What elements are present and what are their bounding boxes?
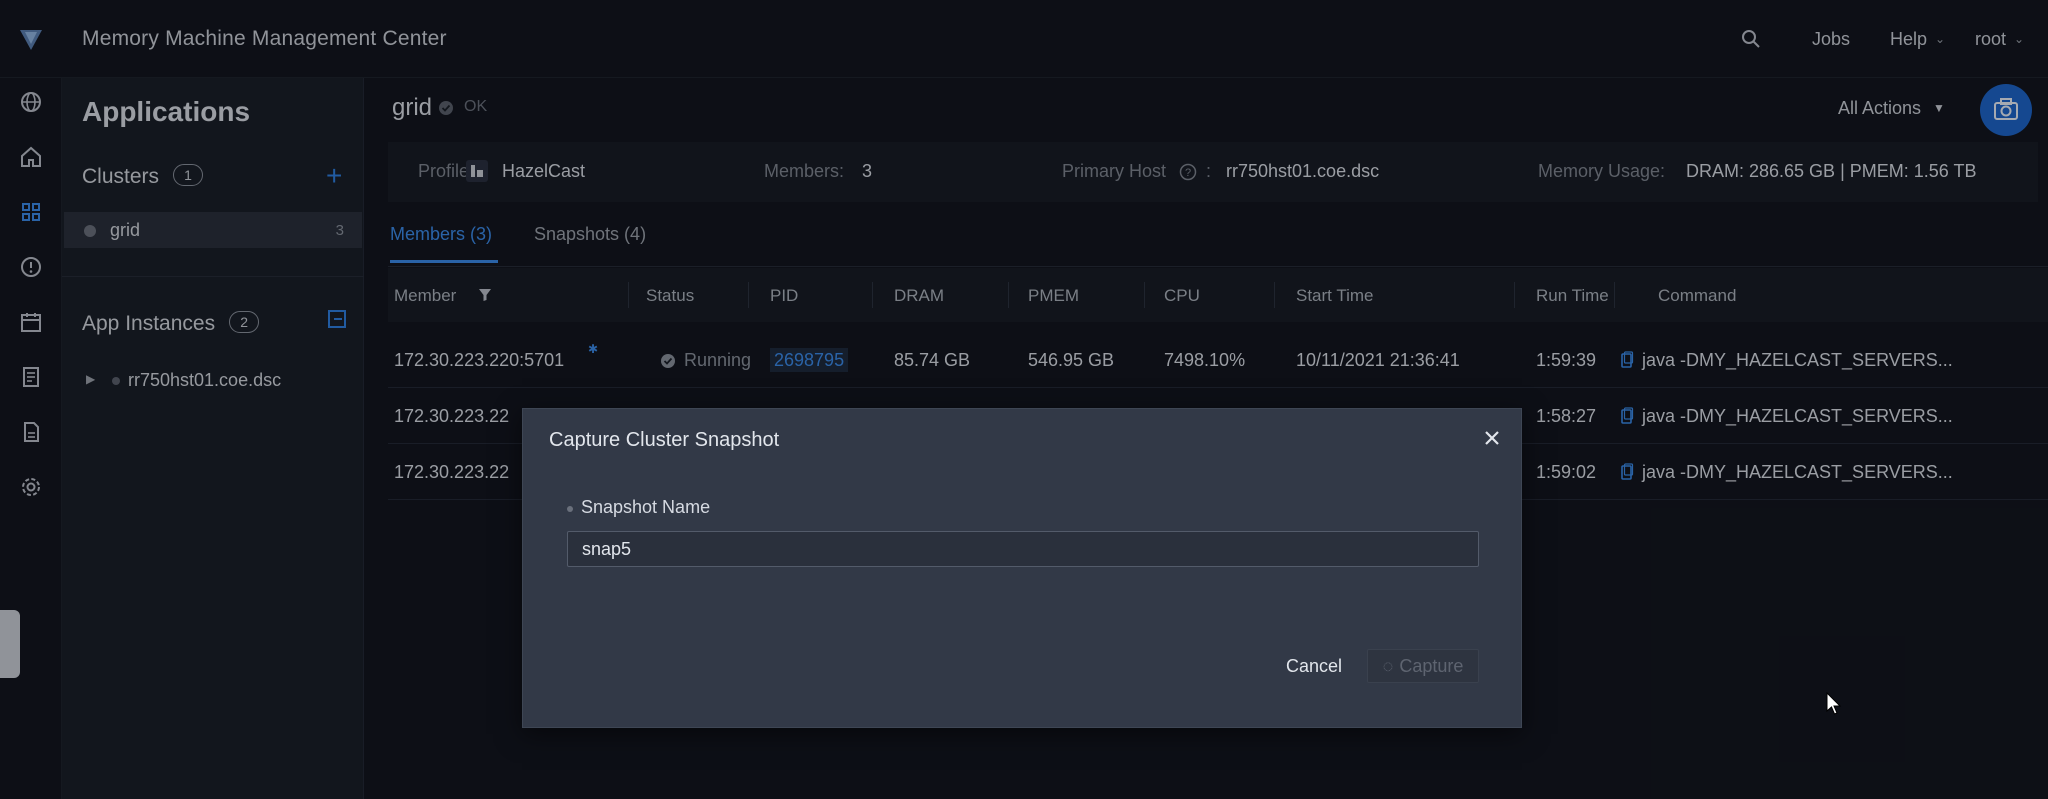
spinner-icon: ◌ <box>1382 655 1394 676</box>
capture-label: Capture <box>1399 655 1464 676</box>
snapshot-name-label: Snapshot Name <box>581 497 711 517</box>
capture-button[interactable]: ◌ Capture <box>1367 649 1479 683</box>
close-icon[interactable] <box>1481 427 1503 449</box>
dialog-title: Capture Cluster Snapshot <box>549 429 780 451</box>
required-indicator <box>567 506 573 512</box>
snapshot-name-input[interactable] <box>567 531 1479 567</box>
mouse-cursor-icon <box>1826 692 1842 715</box>
capture-snapshot-dialog: Capture Cluster Snapshot Snapshot Name C… <box>522 408 1522 728</box>
cancel-button[interactable]: Cancel <box>1259 649 1369 683</box>
